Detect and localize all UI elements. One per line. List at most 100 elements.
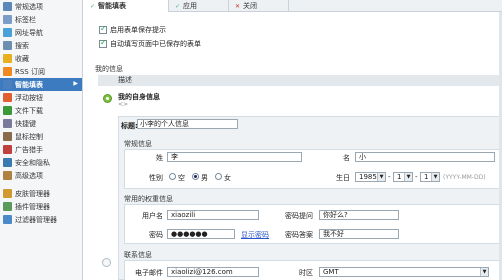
- chevron-right-icon: ▶: [73, 80, 78, 87]
- tab-close[interactable]: ✕ 关闭: [229, 0, 289, 12]
- sidebar-item[interactable]: 安全和隐私: [0, 156, 82, 169]
- sidebar-item-icon: [3, 202, 12, 211]
- birth-day-value: 1: [424, 173, 429, 181]
- sidebar-item-icon: [3, 41, 12, 50]
- gender-female-label: 女: [224, 174, 231, 182]
- sidebar-item-label: 插件管理器: [15, 202, 50, 211]
- sidebar-item-label: 广告猎手: [15, 145, 43, 154]
- profile-radio[interactable]: [102, 258, 111, 267]
- gender-male-label: 男: [201, 174, 208, 182]
- chevron-down-icon: ▼: [404, 173, 412, 181]
- sidebar-item-label: 浮动按钮: [15, 93, 43, 102]
- sidebar-item-label: 搜索: [15, 41, 29, 50]
- date-format-hint: (YYYY-MM-DD): [443, 174, 486, 181]
- birth-month-value: 1: [397, 173, 402, 181]
- gender-empty-radio[interactable]: [169, 173, 176, 180]
- sidebar-item-icon: [3, 28, 12, 37]
- sidebar-item[interactable]: 常规选项: [0, 0, 82, 13]
- title-label: 标题:: [121, 122, 138, 130]
- enable-save-checkbox[interactable]: [99, 24, 107, 34]
- auto-fill-label: 自动填写页面中已保存的表单: [110, 40, 201, 48]
- date-separator: -: [388, 173, 391, 181]
- chevron-down-icon: ▼: [480, 268, 488, 276]
- sidebar-item-icon: [3, 80, 12, 89]
- sidebar-item[interactable]: 鼠标控制: [0, 130, 82, 143]
- sidebar-item-label: 收藏: [15, 54, 29, 63]
- password-answer-input[interactable]: 我不好: [319, 229, 399, 239]
- auto-fill-checkbox[interactable]: [99, 38, 107, 48]
- timezone-value: GMT: [323, 268, 339, 276]
- sidebar-item[interactable]: 搜索: [0, 39, 82, 52]
- surname-input[interactable]: 李: [167, 152, 302, 162]
- account-info-group: 用户名 xiaozili 密码提问 你好么? 密码 ●●●●●● 显示密码 密码…: [124, 204, 502, 244]
- sidebar-item[interactable]: 快捷键: [0, 117, 82, 130]
- sidebar-item-label: 快捷键: [15, 119, 36, 128]
- sidebar-item-label: 标签栏: [15, 15, 36, 24]
- sidebar-item-icon: [3, 67, 12, 76]
- email-input[interactable]: xiaolizi@126.com: [167, 267, 259, 277]
- sidebar-item[interactable]: 高级选项: [0, 169, 82, 182]
- enable-save-option[interactable]: 启用表单保存提示: [99, 24, 166, 35]
- sidebar-item-label: 文件下载: [15, 106, 43, 115]
- password-question-label: 密码提问: [285, 212, 313, 220]
- sidebar-item-icon: [3, 215, 12, 224]
- sidebar-item-icon: [3, 15, 12, 24]
- enable-save-label: 启用表单保存提示: [110, 26, 166, 34]
- sidebar-item-label: 智能填表: [15, 80, 43, 89]
- basic-info-group: 姓 李 名 小 性别 空 男 女 生日 1985 ▼ - 1 ▼ - 1 ▼ (…: [124, 149, 502, 189]
- sidebar-item[interactable]: 浮动按钮: [0, 91, 82, 104]
- birth-month-select[interactable]: 1 ▼: [393, 172, 413, 182]
- gender-male-radio[interactable]: [192, 173, 199, 180]
- show-password-link[interactable]: 显示密码: [241, 230, 269, 240]
- sidebar-item-icon: [3, 2, 12, 11]
- sidebar-item-icon: [3, 171, 12, 180]
- sidebar-item[interactable]: 广告猎手: [0, 143, 82, 156]
- tab-label: 智能填表: [98, 2, 127, 10]
- sidebar-item-label: 皮肤管理器: [15, 189, 50, 198]
- sidebar-item-label: 常规选项: [15, 2, 43, 11]
- username-label: 用户名: [142, 212, 163, 220]
- sidebar-item-label: 安全和隐私: [15, 158, 50, 167]
- sidebar-item[interactable]: 收藏: [0, 52, 82, 65]
- sidebar-item[interactable]: 插件管理器: [0, 200, 82, 213]
- sidebar-item-icon: [3, 119, 12, 128]
- timezone-label: 时区: [299, 269, 313, 277]
- sidebar-item[interactable]: 文件下载: [0, 104, 82, 117]
- timezone-select[interactable]: GMT ▼: [319, 267, 489, 277]
- birth-year-value: 1985: [359, 173, 377, 181]
- birth-year-select[interactable]: 1985 ▼: [355, 172, 386, 182]
- sidebar-item-icon: [3, 158, 12, 167]
- password-question-input[interactable]: 你好么?: [319, 210, 399, 220]
- sidebar-item[interactable]: 皮肤管理器: [0, 187, 82, 200]
- birth-day-select[interactable]: 1 ▼: [420, 172, 440, 182]
- sidebar-item[interactable]: 过滤器管理器: [0, 213, 82, 226]
- profile-item[interactable]: 我的自身信息 <>: [98, 88, 502, 110]
- gender-empty-label: 空: [178, 174, 185, 182]
- birthday-label: 生日: [336, 174, 350, 182]
- profile-detail-panel: 标题: 小李的个人信息 常规信息 姓 李 名 小 性别 空 男 女 生日 198…: [118, 116, 502, 280]
- gender-female-radio[interactable]: [215, 173, 222, 180]
- sidebar-item-icon: [3, 93, 12, 102]
- password-input[interactable]: ●●●●●●: [167, 229, 235, 239]
- tab-label: 关闭: [243, 2, 258, 10]
- username-input[interactable]: xiaozili: [167, 210, 259, 220]
- auto-fill-option[interactable]: 自动填写页面中已保存的表单: [99, 38, 201, 49]
- sidebar-item[interactable]: 网址导航: [0, 26, 82, 39]
- sidebar-item-label: 高级选项: [15, 171, 43, 180]
- basic-info-header: 常规信息: [124, 140, 152, 148]
- profile-subtitle: <>: [118, 101, 129, 108]
- tab-bar: ✓ 智能填表 ✓ 应用 ✕ 关闭: [84, 0, 502, 12]
- sidebar-item[interactable]: 智能填表 ▶: [0, 78, 82, 91]
- given-name-input[interactable]: 小: [355, 152, 495, 162]
- title-input[interactable]: 小李的个人信息: [137, 119, 238, 129]
- sidebar-item-icon: [3, 106, 12, 115]
- sidebar-item[interactable]: 标签栏: [0, 13, 82, 26]
- sidebar-item-label: RSS 订阅: [15, 67, 45, 76]
- check-icon: ✓: [90, 2, 96, 10]
- date-separator: -: [415, 173, 418, 181]
- password-answer-label: 密码答案: [285, 231, 313, 239]
- sidebar-item[interactable]: RSS 订阅: [0, 65, 82, 78]
- profile-selected-radio[interactable]: [103, 94, 112, 103]
- tab-apply[interactable]: ✓ 应用: [169, 0, 229, 12]
- tab-smart-fill[interactable]: ✓ 智能填表: [84, 0, 169, 12]
